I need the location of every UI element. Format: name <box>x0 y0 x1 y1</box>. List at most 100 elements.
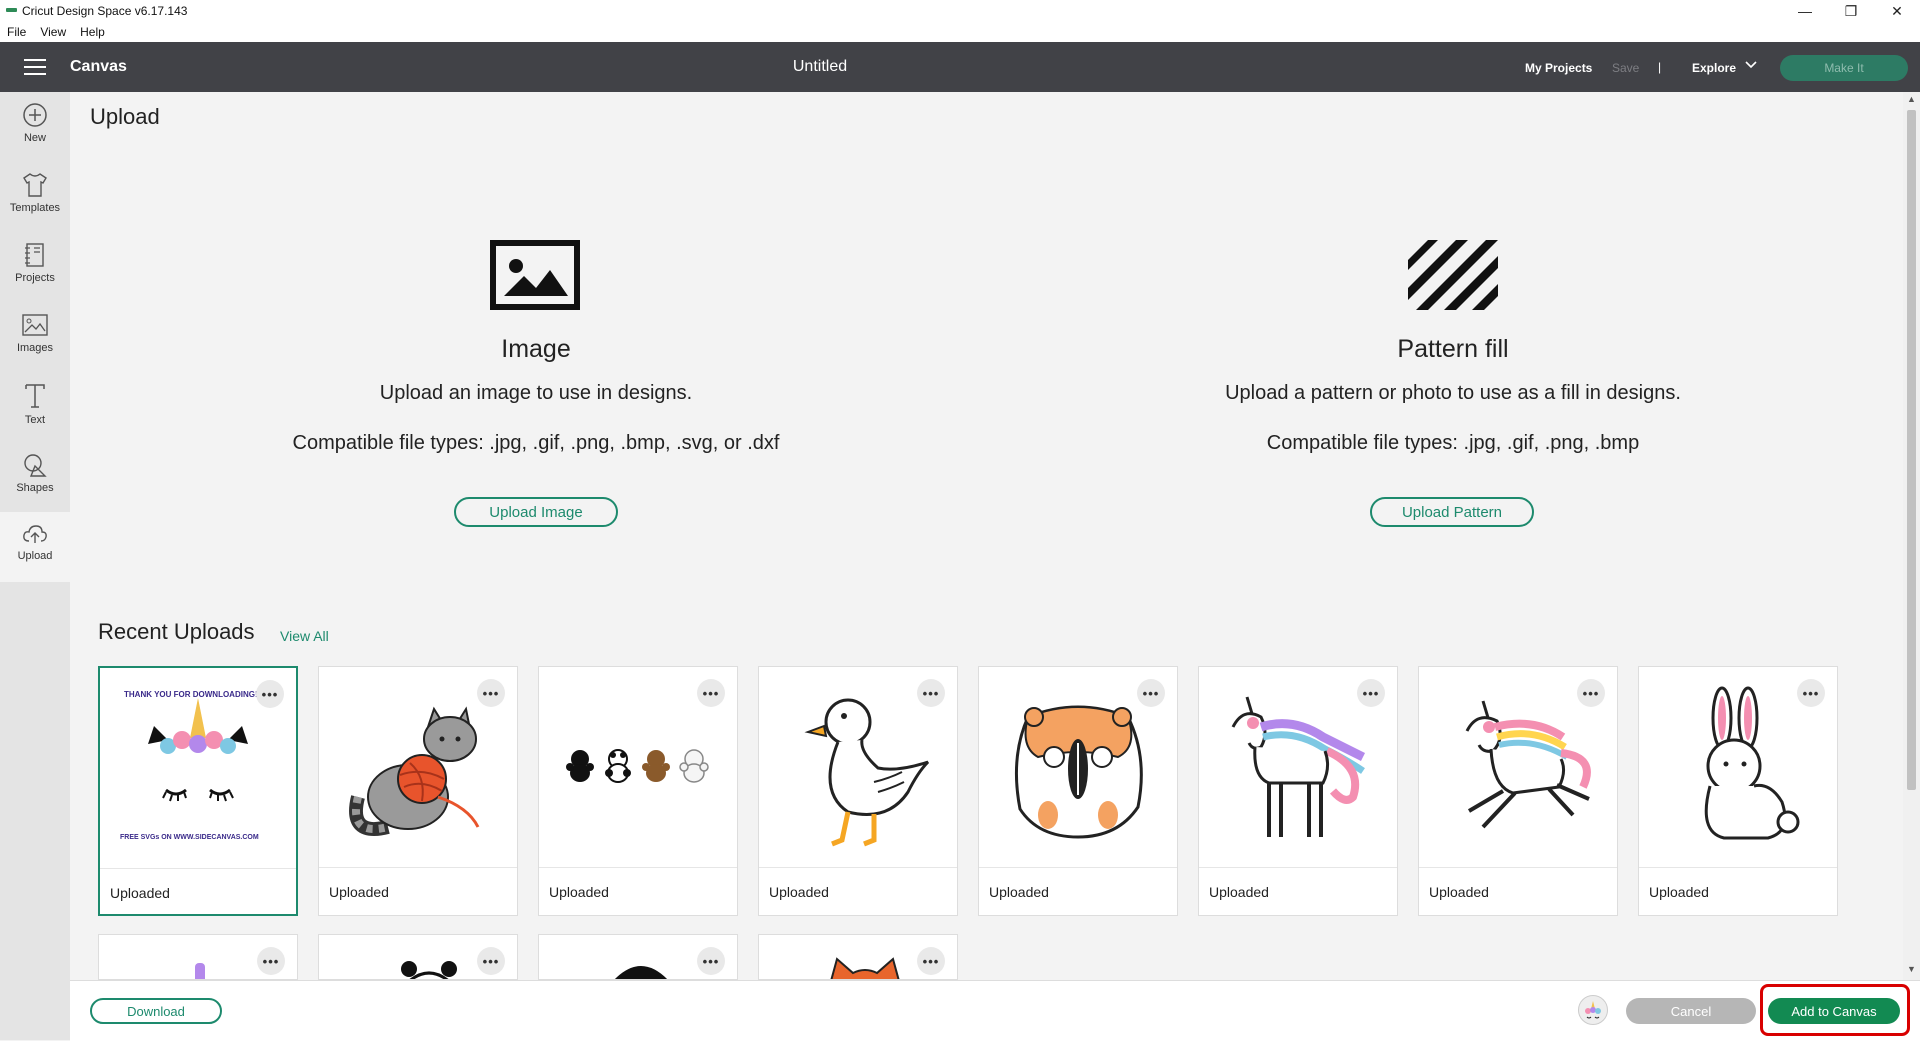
save-button[interactable]: Save <box>1612 61 1639 75</box>
notebook-icon <box>25 243 44 267</box>
upload-card[interactable]: ••• <box>318 934 518 980</box>
scrollbar-thumb[interactable] <box>1907 110 1916 790</box>
explore-menu[interactable]: Explore <box>1692 61 1736 75</box>
sidebar-item-label: New <box>23 132 46 144</box>
sidebar-item-templates[interactable]: Templates <box>0 162 70 232</box>
text-icon <box>25 384 45 408</box>
restore-icon[interactable]: ❐ <box>1828 1 1874 21</box>
sidebar-item-images[interactable]: Images <box>0 302 70 372</box>
sidebar-item-label: Images <box>16 342 54 354</box>
card-label: Uploaded <box>549 884 609 900</box>
menu-file[interactable]: File <box>0 25 33 39</box>
card-footer: Uploaded <box>539 867 737 917</box>
view-all-link[interactable]: View All <box>280 628 329 644</box>
image-icon <box>22 314 48 336</box>
sidebar-item-label: Shapes <box>16 482 54 494</box>
menu-bar: File View Help <box>0 22 1920 42</box>
image-upload-icon <box>490 240 580 315</box>
upload-card[interactable]: ••• Uploaded <box>758 666 958 916</box>
more-dots-icon[interactable]: ••• <box>917 679 945 707</box>
more-dots-icon[interactable]: ••• <box>917 947 945 975</box>
image-description: Upload an image to use in designs. <box>379 382 693 404</box>
cancel-button[interactable]: Cancel <box>1626 998 1756 1024</box>
upload-card[interactable]: THANK YOU FOR DOWNLOADING! FREE SVGs ON … <box>98 666 298 916</box>
left-sidebar: New Templates Projects Images Text Shape… <box>0 92 70 1040</box>
recent-uploads-title: Recent Uploads <box>98 619 255 644</box>
make-it-button[interactable]: Make It <box>1780 55 1908 81</box>
more-dots-icon[interactable]: ••• <box>697 679 725 707</box>
sidebar-item-label: Text <box>24 414 46 426</box>
bottom-action-bar: Download Cancel Add to Canvas <box>70 980 1920 1041</box>
more-dots-icon[interactable]: ••• <box>256 680 284 708</box>
card-label: Uploaded <box>1209 884 1269 900</box>
sidebar-item-label: Upload <box>17 550 53 562</box>
scroll-down-icon[interactable]: ▼ <box>1907 964 1916 974</box>
plus-circle-icon <box>23 103 47 127</box>
upload-card[interactable]: ••• Uploaded <box>978 666 1178 916</box>
card-footer: Uploaded <box>1639 867 1837 917</box>
vertical-scrollbar[interactable]: ▲ ▼ <box>1903 92 1920 980</box>
upload-card[interactable]: ••• <box>98 934 298 980</box>
tshirt-icon <box>23 173 47 197</box>
menu-help[interactable]: Help <box>73 25 112 39</box>
window-title: Cricut Design Space v6.17.143 <box>22 4 188 18</box>
sidebar-item-projects[interactable]: Projects <box>0 232 70 302</box>
pattern-description: Upload a pattern or photo to use as a fi… <box>1225 382 1681 404</box>
upload-card[interactable]: ••• Uploaded <box>538 666 738 916</box>
more-dots-icon[interactable]: ••• <box>1797 679 1825 707</box>
sidebar-item-new[interactable]: New <box>0 92 70 162</box>
more-dots-icon[interactable]: ••• <box>477 679 505 707</box>
window-title-bar: Cricut Design Space v6.17.143 — ❐ ✕ <box>0 0 1920 22</box>
download-button[interactable]: Download <box>90 998 222 1024</box>
menu-view[interactable]: View <box>33 25 73 39</box>
image-heading: Image <box>501 335 571 363</box>
upload-card[interactable]: ••• Uploaded <box>1198 666 1398 916</box>
more-dots-icon[interactable]: ••• <box>1137 679 1165 707</box>
more-dots-icon[interactable]: ••• <box>257 947 285 975</box>
more-dots-icon[interactable]: ••• <box>697 947 725 975</box>
card-footer: Uploaded <box>319 867 517 917</box>
pattern-fill-icon <box>1408 240 1498 315</box>
sidebar-item-upload[interactable]: Upload <box>0 512 70 582</box>
card-label: Uploaded <box>1649 884 1709 900</box>
upload-thumbnail <box>615 966 667 979</box>
upload-image-button[interactable]: Upload Image <box>454 497 618 527</box>
upload-pattern-button[interactable]: Upload Pattern <box>1370 497 1534 527</box>
chevron-down-icon[interactable] <box>1744 58 1758 75</box>
scroll-up-icon[interactable]: ▲ <box>1907 94 1916 104</box>
sidebar-item-shapes[interactable]: Shapes <box>0 442 70 512</box>
upload-thumbnail <box>401 961 457 979</box>
upload-thumbnail <box>195 963 205 979</box>
sidebar-item-text[interactable]: Text <box>0 372 70 442</box>
upload-card[interactable]: ••• Uploaded <box>318 666 518 916</box>
card-footer: Uploaded <box>979 867 1177 917</box>
highlight-annotation <box>1760 984 1910 1036</box>
shapes-icon <box>24 454 47 477</box>
sidebar-item-label: Projects <box>15 272 55 284</box>
card-footer: Uploaded <box>1199 867 1397 917</box>
sidebar-item-label: Templates <box>9 202 61 214</box>
pattern-heading: Pattern fill <box>1397 335 1509 363</box>
card-label: Uploaded <box>329 884 389 900</box>
card-label: Uploaded <box>110 885 170 901</box>
header-separator: | <box>1658 60 1662 74</box>
upload-card[interactable]: ••• <box>758 934 958 980</box>
card-footer: Uploaded <box>100 868 296 918</box>
card-label: Uploaded <box>769 884 829 900</box>
app-logo-icon <box>6 8 17 12</box>
minimize-icon[interactable]: — <box>1782 1 1828 21</box>
my-projects-link[interactable]: My Projects <box>1525 61 1592 75</box>
pattern-file-types: Compatible file types: .jpg, .gif, .png,… <box>1266 432 1640 454</box>
upload-card[interactable]: ••• <box>538 934 738 980</box>
avatar[interactable] <box>1578 995 1608 1025</box>
more-dots-icon[interactable]: ••• <box>1357 679 1385 707</box>
more-dots-icon[interactable]: ••• <box>1577 679 1605 707</box>
thumbnail-caption-bottom: FREE SVGs ON WWW.SIDECANVAS.COM <box>120 834 259 841</box>
upload-card[interactable]: ••• Uploaded <box>1638 666 1838 916</box>
document-title[interactable]: Untitled <box>0 58 1640 76</box>
more-dots-icon[interactable]: ••• <box>477 947 505 975</box>
card-footer: Uploaded <box>1419 867 1617 917</box>
page-title: Upload <box>90 104 160 129</box>
upload-card[interactable]: ••• Uploaded <box>1418 666 1618 916</box>
close-icon[interactable]: ✕ <box>1874 1 1920 21</box>
